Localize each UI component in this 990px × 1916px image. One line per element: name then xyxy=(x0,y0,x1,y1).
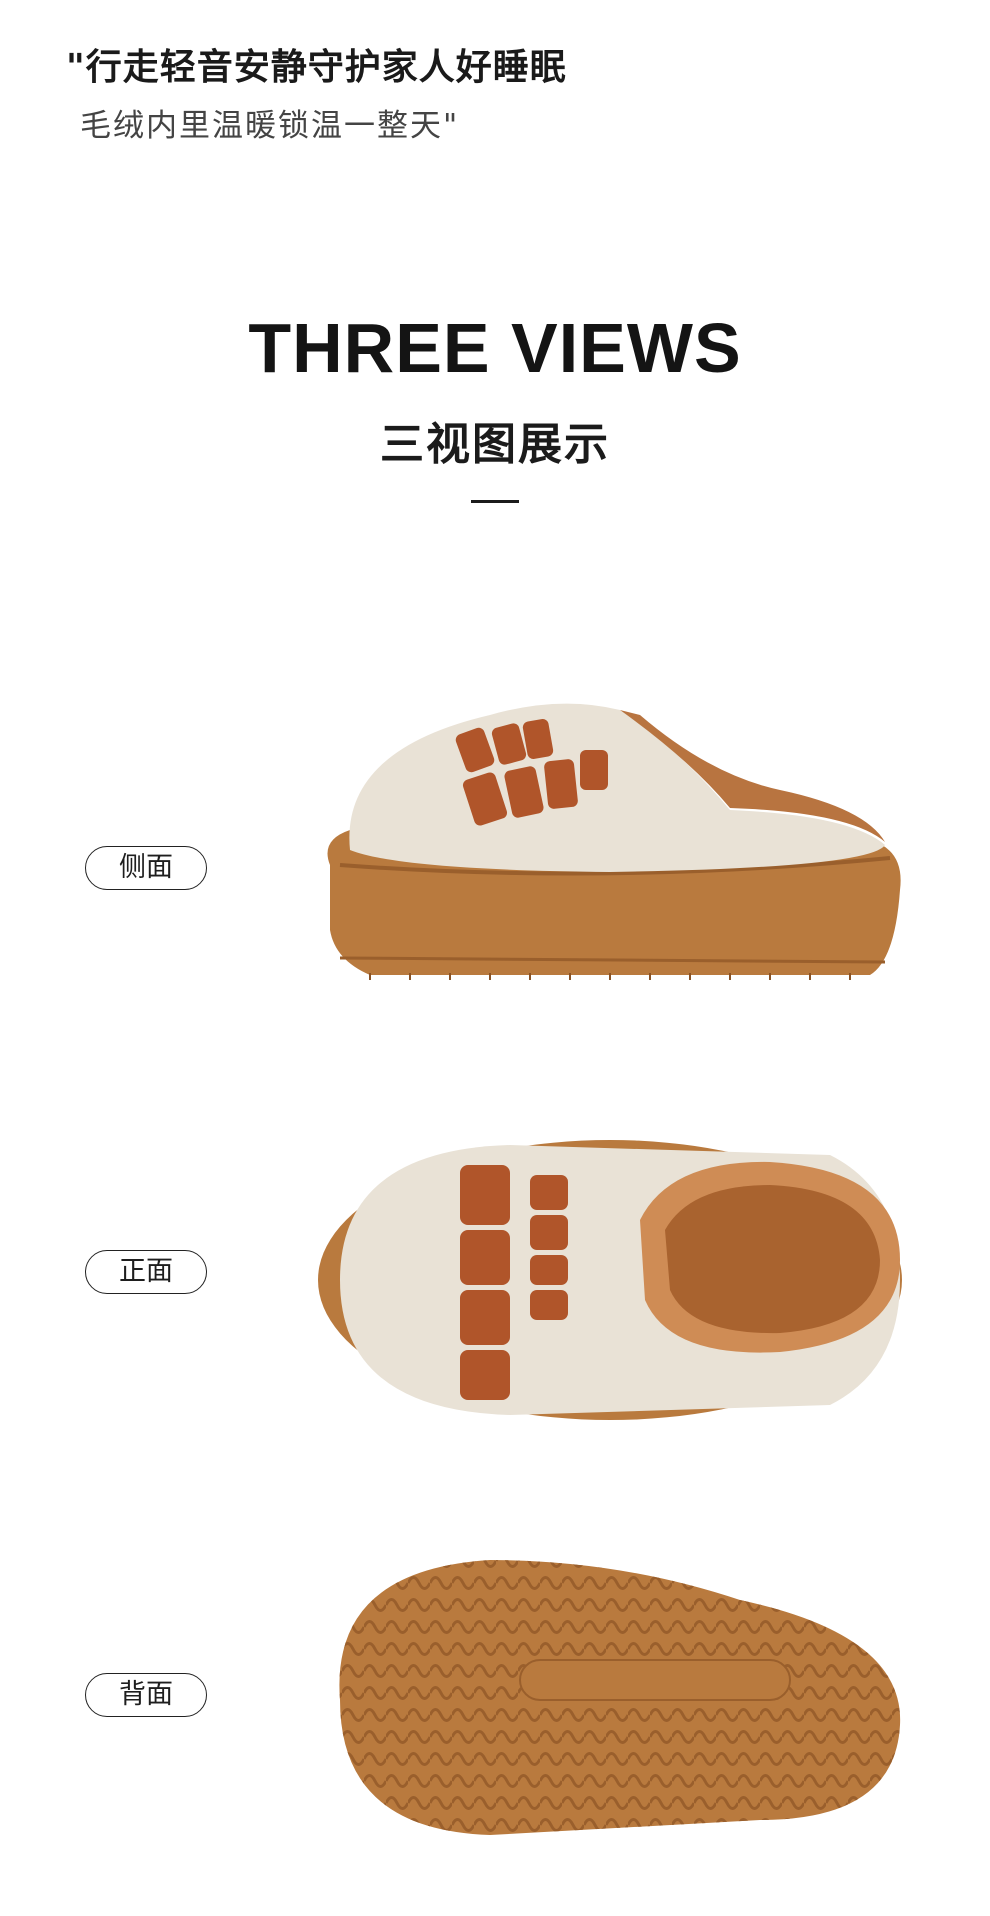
section-title-cn: 三视图展示 xyxy=(380,419,610,470)
slipper-top-view xyxy=(318,1140,902,1420)
slipper-side-view xyxy=(327,703,901,980)
slipper-sole-view xyxy=(339,1560,901,1835)
tagline-primary: "行走轻音安静守护家人好睡眠 xyxy=(66,47,567,88)
section-title-en: THREE VIEWS xyxy=(248,309,742,387)
title-divider xyxy=(471,500,519,503)
view-label-back: 背面 xyxy=(85,1673,207,1717)
tagline-secondary: 毛绒内里温暖锁温一整天" xyxy=(80,108,460,144)
view-label-front: 正面 xyxy=(85,1250,207,1294)
view-label-side: 侧面 xyxy=(85,846,207,890)
